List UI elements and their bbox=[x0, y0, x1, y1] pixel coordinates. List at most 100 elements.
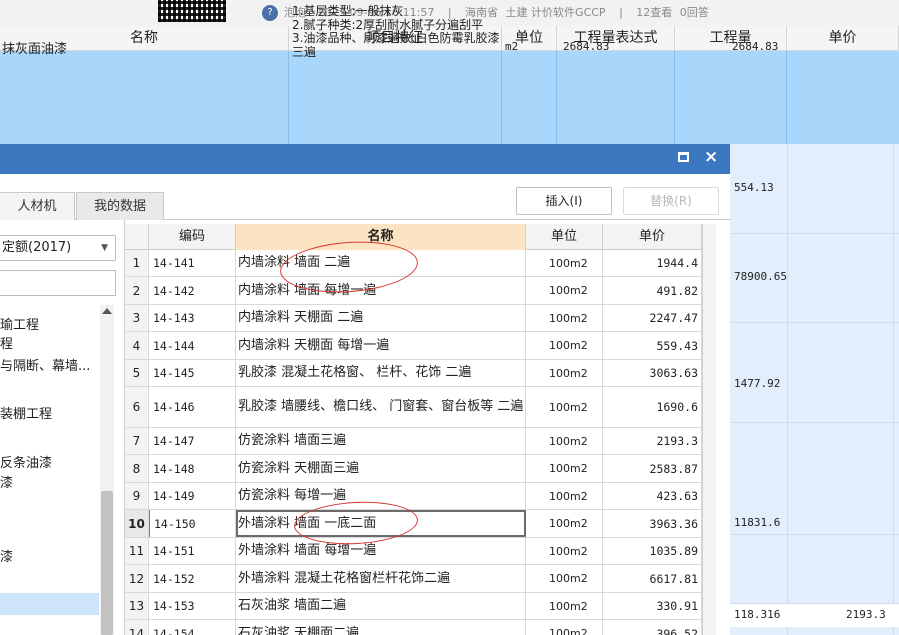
row-unit: 100m2 bbox=[526, 360, 603, 386]
row-index: 2 bbox=[125, 277, 149, 304]
row-price: 2583.87 bbox=[603, 455, 702, 482]
table-row[interactable]: 13 14-153 石灰油浆 墙面二遍 100m2 330.91 bbox=[125, 593, 702, 620]
row-index: 8 bbox=[125, 455, 149, 482]
row-code: 14-147 bbox=[149, 428, 236, 454]
row-index: 1 bbox=[125, 250, 149, 276]
bg-cell bbox=[502, 51, 557, 144]
row-name-editor[interactable]: 外墙涂料 墙面 一底二面 bbox=[236, 510, 526, 537]
bg-col-price: 单价 bbox=[787, 26, 899, 51]
row-index: 11 bbox=[125, 538, 149, 564]
row-name: 石灰油浆 墙面二遍 bbox=[236, 593, 526, 619]
bg-grid-line bbox=[787, 144, 788, 635]
row-price: 423.63 bbox=[603, 483, 702, 509]
table-row-selected[interactable]: 10 14-150 外墙涂料 墙面 一底二面 100m2 3963.36 bbox=[125, 510, 702, 538]
row-code: 14-150 bbox=[149, 510, 236, 537]
table-row[interactable]: 14 14-154 石灰油浆 天棚面二遍 100m2 396.52 bbox=[125, 620, 702, 635]
table-row[interactable]: 5 14-145 乳胶漆 混凝土花格窗、 栏杆、花饰 二遍 100m2 3063… bbox=[125, 360, 702, 387]
table-row[interactable]: 6 14-146 乳胶漆 墙腰线、檐口线、 门窗套、窗台板等 二遍 100m2 … bbox=[125, 387, 702, 428]
table-row[interactable]: 8 14-148 仿瓷涂料 天棚面三遍 100m2 2583.87 bbox=[125, 455, 702, 483]
tree-item[interactable]: 程 bbox=[0, 333, 13, 352]
scroll-up-arrow-icon[interactable] bbox=[102, 308, 112, 314]
tree-item[interactable]: 反条油漆 bbox=[0, 452, 52, 471]
row-unit: 100m2 bbox=[526, 593, 603, 619]
tab-materials[interactable]: 人材机 bbox=[0, 192, 75, 220]
row-name: 仿瓷涂料 天棚面三遍 bbox=[236, 455, 526, 482]
bg-selected-row[interactable] bbox=[0, 51, 899, 144]
dialog-title-bar[interactable]: × bbox=[0, 144, 730, 174]
row-name: 仿瓷涂料 每增一遍 bbox=[236, 483, 526, 509]
bg-grid-line bbox=[730, 322, 899, 323]
row-name: 乳胶漆 墙腰线、檐口线、 门窗套、窗台板等 二遍 bbox=[236, 387, 526, 427]
row-index: 10 bbox=[125, 510, 149, 537]
table-row[interactable]: 11 14-151 外墙涂料 墙面 每增一遍 100m2 1035.89 bbox=[125, 538, 702, 565]
chapter-tree-panel: 定额(2017) ▼ 瑜工程 程 与隔断、幕墙... 装棚工程 反条油漆 漆 漆 bbox=[0, 220, 125, 635]
row-code: 14-148 bbox=[149, 455, 236, 482]
row-code: 14-142 bbox=[149, 277, 236, 304]
row-code: 14-149 bbox=[149, 483, 236, 509]
insert-button[interactable]: 插入(I) bbox=[516, 187, 612, 215]
replace-button[interactable]: 替换(R) bbox=[623, 187, 719, 215]
row-price: 491.82 bbox=[603, 277, 702, 304]
tree-search-input[interactable] bbox=[0, 270, 116, 296]
row-price: 330.91 bbox=[603, 593, 702, 619]
bg-cell bbox=[0, 51, 289, 144]
tree-item[interactable]: 漆 bbox=[0, 472, 13, 491]
table-row[interactable]: 9 14-149 仿瓷涂料 每增一遍 100m2 423.63 bbox=[125, 483, 702, 510]
maximize-icon[interactable] bbox=[678, 152, 689, 162]
row-price: 559.43 bbox=[603, 332, 702, 359]
bg-row-expression: 2684.83 bbox=[563, 40, 610, 53]
table-row[interactable]: 3 14-143 内墙涂料 天棚面 二遍 100m2 2247.47 bbox=[125, 305, 702, 332]
row-name: 内墙涂料 天棚面 每增一遍 bbox=[236, 332, 526, 359]
table-row[interactable]: 2 14-142 内墙涂料 墙面 每增一遍 100m2 491.82 bbox=[125, 277, 702, 305]
row-name: 内墙涂料 墙面 二遍 bbox=[236, 250, 526, 276]
bg-row-name: 抹灰面油漆 bbox=[2, 42, 68, 57]
row-price: 6617.81 bbox=[603, 565, 702, 592]
bg-quantity-value: 554.13 bbox=[734, 181, 774, 194]
dialog-tabs: 人材机 我的数据 bbox=[0, 192, 730, 220]
quota-library-value: 定额(2017) bbox=[2, 240, 72, 255]
bg-cell bbox=[289, 51, 502, 144]
header-unit[interactable]: 单位 bbox=[526, 224, 603, 250]
row-name: 外墙涂料 混凝土花格窗栏杆花饰二遍 bbox=[236, 565, 526, 592]
row-unit: 100m2 bbox=[526, 277, 603, 304]
row-price: 1690.6 bbox=[603, 387, 702, 427]
header-name[interactable]: 名称 bbox=[236, 224, 526, 250]
table-row[interactable]: 4 14-144 内墙涂料 天棚面 每增一遍 100m2 559.43 bbox=[125, 332, 702, 360]
table-right-gutter bbox=[702, 224, 716, 635]
table-row[interactable]: 12 14-152 外墙涂料 混凝土花格窗栏杆花饰二遍 100m2 6617.8… bbox=[125, 565, 702, 593]
header-price[interactable]: 单价 bbox=[603, 224, 702, 250]
row-code: 14-141 bbox=[149, 250, 236, 276]
table-row[interactable]: 7 14-147 仿瓷涂料 墙面三遍 100m2 2193.3 bbox=[125, 428, 702, 455]
row-code: 14-154 bbox=[149, 620, 236, 635]
close-icon[interactable]: × bbox=[704, 147, 718, 167]
bg-quantity-value: 118.316 bbox=[734, 608, 781, 621]
header-code[interactable]: 编码 bbox=[149, 224, 236, 250]
row-unit: 100m2 bbox=[526, 510, 603, 537]
row-index: 5 bbox=[125, 360, 149, 386]
quota-lookup-dialog: × 人材机 我的数据 插入(I) 替换(R) 定额(2017) ▼ 瑜工程 程 … bbox=[0, 144, 730, 635]
tree-item[interactable]: 与隔断、幕墙... bbox=[0, 355, 90, 374]
row-code: 14-152 bbox=[149, 565, 236, 592]
tree-item[interactable]: 瑜工程 bbox=[0, 314, 39, 333]
row-code: 14-143 bbox=[149, 305, 236, 331]
tree-item[interactable]: 装棚工程 bbox=[0, 403, 52, 422]
bg-cell bbox=[675, 51, 787, 144]
row-index: 4 bbox=[125, 332, 149, 359]
row-price: 1035.89 bbox=[603, 538, 702, 564]
quota-library-select[interactable]: 定额(2017) ▼ bbox=[0, 235, 116, 261]
row-name: 内墙涂料 墙面 每增一遍 bbox=[236, 277, 526, 304]
row-unit: 100m2 bbox=[526, 620, 603, 635]
post-replies: 0回答 bbox=[679, 6, 709, 19]
tree-scrollbar-thumb[interactable] bbox=[101, 491, 113, 635]
tab-my-data[interactable]: 我的数据 bbox=[76, 192, 164, 220]
row-index: 6 bbox=[125, 387, 149, 427]
tree-item[interactable]: 漆 bbox=[0, 546, 13, 565]
table-row[interactable]: 1 14-141 内墙涂料 墙面 二遍 100m2 1944.4 bbox=[125, 250, 702, 277]
chevron-down-icon: ▼ bbox=[101, 243, 108, 253]
tree-item-selected[interactable] bbox=[0, 593, 99, 615]
post-category[interactable]: 土建 计价软件GCCP bbox=[506, 6, 606, 19]
row-index: 9 bbox=[125, 483, 149, 509]
bg-quantity-value: 78900.65 bbox=[734, 270, 787, 283]
row-code: 14-145 bbox=[149, 360, 236, 386]
row-code: 14-146 bbox=[149, 387, 236, 427]
